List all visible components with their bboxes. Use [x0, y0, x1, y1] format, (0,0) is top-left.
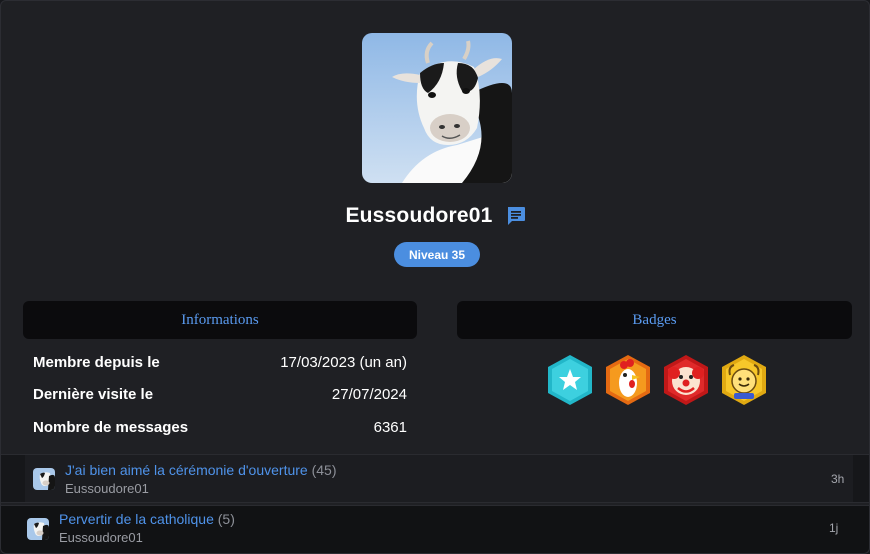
topic-row[interactable]: J'ai bien aimé la cérémonie d'ouverture …: [1, 454, 869, 503]
topic-author: Eussoudore01: [65, 481, 149, 496]
topic-reply-count: (5): [217, 511, 235, 527]
info-label: Dernière visite le: [33, 386, 154, 403]
badges-header: Badges: [457, 301, 852, 339]
level-badge: Niveau 35: [394, 242, 480, 267]
topic-avatar: [27, 518, 49, 540]
topic-title[interactable]: J'ai bien aimé la cérémonie d'ouverture …: [65, 462, 337, 478]
topic-title-text[interactable]: J'ai bien aimé la cérémonie d'ouverture: [65, 462, 308, 478]
info-value: 27/07/2024: [331, 386, 407, 403]
rooster-badge-icon[interactable]: [602, 353, 654, 407]
topic-reply-count: (45): [311, 462, 337, 478]
topic-title-text[interactable]: Pervertir de la catholique: [59, 511, 214, 527]
info-label: Nombre de messages: [33, 419, 189, 436]
badges-title: Badges: [632, 311, 677, 328]
clown-badge-icon[interactable]: [660, 353, 712, 407]
informations-title: Informations: [181, 311, 259, 328]
username: Eussoudore01: [345, 204, 493, 227]
topic-time: 3h: [831, 472, 845, 486]
info-label: Membre depuis le: [33, 354, 160, 371]
topic-row[interactable]: Pervertir de la catholique (5) Eussoudor…: [1, 505, 869, 553]
topic-author: Eussoudore01: [59, 530, 143, 545]
topic-row-inner: J'ai bien aimé la cérémonie d'ouverture …: [25, 455, 853, 502]
topic-title[interactable]: Pervertir de la catholique (5): [59, 511, 235, 527]
info-row-last-visit: Dernière visite le 27/07/2024: [33, 386, 407, 406]
message-icon[interactable]: [505, 205, 527, 227]
username-row: Eussoudore01: [1, 201, 869, 231]
informations-header: Informations: [23, 301, 417, 339]
profile-card: Eussoudore01 Niveau 35 Informations Badg…: [0, 0, 870, 554]
star-badge-icon[interactable]: [544, 353, 596, 407]
info-value: 17/03/2023 (un an): [280, 354, 407, 371]
topic-time: 1j: [829, 521, 839, 535]
badges-list: [544, 353, 770, 407]
info-row-message-count: Nombre de messages 6361: [33, 419, 407, 439]
topic-avatar: [33, 468, 55, 490]
info-value: 6361: [373, 419, 407, 436]
cow-avatar-image: [362, 33, 512, 183]
info-row-member-since: Membre depuis le 17/03/2023 (un an): [33, 354, 407, 374]
smiley-badge-icon[interactable]: [718, 353, 770, 407]
avatar[interactable]: [362, 33, 512, 183]
